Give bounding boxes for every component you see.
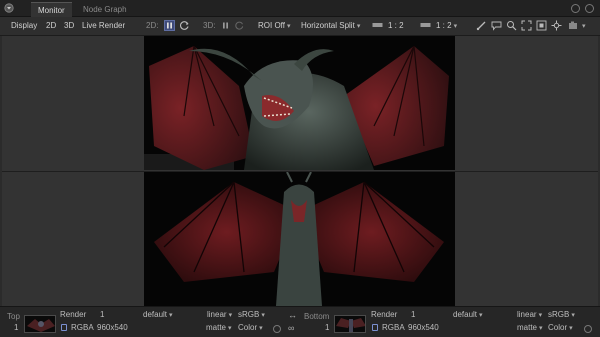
status-bar: Top 1 Render 1 default RGBA 960x540 line…: [0, 306, 600, 337]
bottom-resolution: 960x540: [408, 323, 439, 332]
comment-icon[interactable]: [491, 20, 502, 31]
brush-icon[interactable]: [476, 20, 487, 31]
top-slot-number[interactable]: 1: [14, 323, 18, 333]
bottom-render-image: [144, 172, 455, 306]
bottom-view[interactable]: [2, 172, 598, 306]
top-lock-icon[interactable]: [61, 324, 67, 331]
refresh-3d-icon[interactable]: [234, 20, 245, 31]
top-color-swatch-icon[interactable]: [273, 325, 281, 333]
pause-icon[interactable]: [164, 20, 175, 31]
bottom-format: RGBA: [382, 323, 405, 332]
label-2d: 2D:: [146, 21, 159, 30]
top-space-dropdown[interactable]: linear: [207, 310, 232, 321]
top-frame: 1: [100, 310, 105, 319]
top-lut-dropdown[interactable]: sRGB: [238, 310, 265, 321]
mode-2d-button[interactable]: 2D: [46, 20, 56, 32]
top-color-dropdown[interactable]: Color: [238, 323, 263, 334]
bottom-frame: 1: [411, 310, 416, 319]
tab-monitor[interactable]: Monitor: [31, 2, 72, 17]
live-render-button[interactable]: Live Render: [82, 20, 125, 32]
top-position-label: Top: [7, 312, 20, 321]
channel-bar-icon[interactable]: [372, 20, 383, 31]
top-thumbnail[interactable]: [24, 315, 56, 333]
bottom-thumbnail[interactable]: [334, 315, 366, 333]
label-3d: 3D:: [203, 21, 216, 30]
bottom-slot-number[interactable]: 1: [325, 323, 329, 333]
pause-3d-icon[interactable]: [220, 20, 231, 31]
center-icon[interactable]: [551, 20, 562, 31]
frame-icon[interactable]: [536, 20, 547, 31]
refresh-icon[interactable]: [179, 20, 190, 31]
ratio-a-dropdown[interactable]: 1 : 2: [388, 20, 404, 32]
bottom-node-name[interactable]: Render: [371, 310, 397, 320]
top-render-image: [144, 36, 455, 170]
bottom-lock-icon[interactable]: [372, 324, 378, 331]
bottom-position-label: Bottom: [304, 312, 330, 321]
top-node-name[interactable]: Render: [60, 310, 86, 320]
split-dropdown[interactable]: Horizontal Split: [301, 20, 360, 32]
float-window-icon[interactable]: [571, 4, 580, 13]
menu-icon[interactable]: [4, 3, 14, 13]
monitor-toolbar: Display 2D 3D Live Render 2D: 3D: ROI Of…: [0, 17, 600, 36]
roi-dropdown[interactable]: ROI Off: [258, 20, 290, 32]
channel-bar-b-icon[interactable]: [420, 20, 431, 31]
snapshot-icon[interactable]: [568, 20, 579, 31]
bottom-color-dropdown[interactable]: Color: [548, 323, 573, 334]
top-format: RGBA: [71, 323, 94, 332]
ratio-b-dropdown[interactable]: 1 : 2: [436, 20, 457, 32]
top-resolution: 960x540: [97, 323, 128, 332]
dragon-full-image: [144, 172, 455, 306]
top-matte-dropdown[interactable]: matte: [206, 323, 232, 334]
fit-icon[interactable]: [521, 20, 532, 31]
top-pass-dropdown[interactable]: default: [143, 310, 173, 321]
monitor-viewport[interactable]: [2, 36, 598, 306]
display-menu[interactable]: Display: [11, 20, 37, 32]
link-icon[interactable]: ∞: [288, 323, 294, 333]
bottom-lut-dropdown[interactable]: sRGB: [548, 310, 575, 321]
bottom-pass-dropdown[interactable]: default: [453, 310, 483, 321]
swap-icon[interactable]: ↔: [288, 310, 297, 320]
mode-3d-button[interactable]: 3D: [64, 20, 74, 32]
bottom-matte-dropdown[interactable]: matte: [517, 323, 543, 334]
top-view[interactable]: [2, 36, 598, 171]
bottom-color-swatch-icon[interactable]: [584, 325, 592, 333]
snapshot-dropdown[interactable]: [580, 20, 586, 32]
tab-node-graph[interactable]: Node Graph: [76, 2, 134, 17]
close-window-icon[interactable]: [585, 4, 594, 13]
tab-bar: Monitor Node Graph: [0, 0, 600, 17]
dragon-closeup-image: [144, 36, 455, 170]
zoom-icon[interactable]: [506, 20, 517, 31]
bottom-space-dropdown[interactable]: linear: [517, 310, 542, 321]
